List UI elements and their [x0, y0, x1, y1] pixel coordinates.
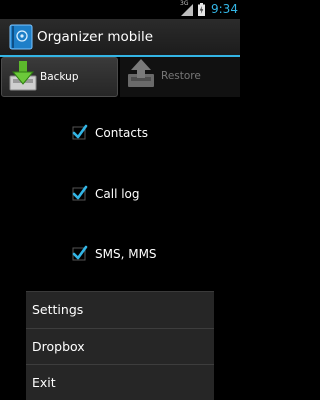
restore-upload-icon — [128, 59, 154, 87]
app-title: Organizer mobile — [37, 29, 154, 45]
options-menu: Settings Dropbox Exit — [26, 291, 214, 400]
menu-item-settings[interactable]: Settings — [26, 292, 214, 328]
action-bar: Organizer mobile — [0, 19, 240, 55]
signal-icon — [181, 4, 193, 16]
sms-mms-option[interactable]: SMS, MMS — [72, 244, 232, 264]
contacts-option[interactable]: Contacts — [72, 123, 232, 143]
contacts-label: Contacts — [95, 126, 148, 140]
tab-bar: Backup Restore — [0, 57, 240, 99]
app-screen: 3G 9:34 Organizer mobile Backup Restore … — [0, 0, 240, 400]
tab-backup-label: Backup — [40, 71, 79, 83]
menu-item-dropbox[interactable]: Dropbox — [26, 329, 214, 365]
menu-item-exit[interactable]: Exit — [26, 365, 214, 400]
menu-item-label: Exit — [32, 375, 56, 390]
tab-restore[interactable]: Restore — [120, 57, 240, 97]
checkbox-checked-icon[interactable] — [72, 185, 88, 201]
checkbox-checked-icon[interactable] — [72, 245, 88, 261]
status-time: 9:34 — [211, 2, 238, 16]
menu-item-label: Settings — [32, 302, 84, 317]
battery-icon — [198, 3, 205, 16]
tab-restore-label: Restore — [161, 70, 201, 82]
sms-mms-label: SMS, MMS — [95, 247, 157, 261]
menu-item-label: Dropbox — [32, 339, 85, 354]
call-log-option[interactable]: Call log — [72, 184, 232, 204]
organizer-app-icon[interactable] — [9, 24, 33, 50]
status-bar: 3G 9:34 — [0, 0, 240, 19]
backup-download-icon — [9, 61, 37, 91]
checkbox-checked-icon[interactable] — [72, 124, 88, 140]
call-log-label: Call log — [95, 187, 140, 201]
tab-backup[interactable]: Backup — [1, 57, 118, 97]
